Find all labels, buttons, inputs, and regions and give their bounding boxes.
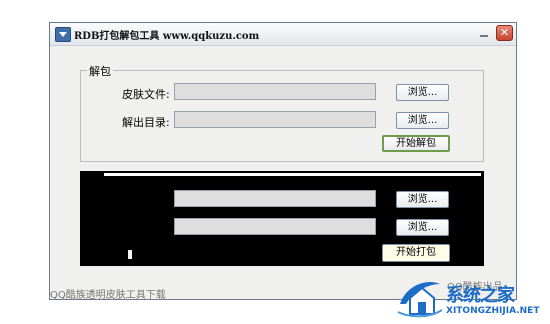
skin-file-field[interactable] (174, 83, 376, 100)
pack-panel-bar (104, 173, 481, 176)
window-title: RDB打包解包工具 www.qqkuzu.com (74, 31, 260, 42)
title-bar[interactable]: RDB打包解包工具 www.qqkuzu.com ✕ (50, 23, 516, 46)
close-icon[interactable]: ✕ (496, 25, 513, 41)
browse-pack-source-button[interactable]: 浏览... (396, 191, 449, 208)
browse-pack-output-button[interactable]: 浏览... (396, 219, 449, 236)
watermark-house-icon (397, 282, 442, 318)
app-icon[interactable] (55, 27, 71, 42)
output-dir-field[interactable] (174, 111, 376, 128)
watermark-subtitle: XITONGZHIJIA.NET (446, 306, 540, 316)
watermark-title: 系统之家 (446, 285, 515, 306)
start-pack-button[interactable]: 开始打包 (382, 244, 450, 262)
output-dir-label: 解出目录: (122, 116, 170, 129)
app-window: RDB打包解包工具 www.qqkuzu.com ✕ 解包 皮肤文件: 浏览..… (49, 22, 517, 301)
pack-source-field[interactable] (174, 190, 376, 207)
browse-skin-file-button[interactable]: 浏览... (396, 84, 449, 101)
start-unpack-button[interactable]: 开始解包 (382, 135, 450, 152)
unpack-group-legend: 解包 (87, 63, 113, 79)
skin-file-label: 皮肤文件: (122, 88, 170, 101)
minimize-icon[interactable] (476, 26, 492, 41)
pack-panel: 浏览... 浏览... 开始打包 (80, 171, 484, 266)
watermark: 系统之家 XITONGZHIJIA.NET (388, 268, 550, 324)
browse-output-dir-button[interactable]: 浏览... (396, 112, 449, 129)
pack-output-field[interactable] (174, 218, 376, 235)
pack-panel-marker (128, 250, 132, 259)
status-text-left: QQ酷族透明皮肤工具下载 (50, 290, 166, 301)
